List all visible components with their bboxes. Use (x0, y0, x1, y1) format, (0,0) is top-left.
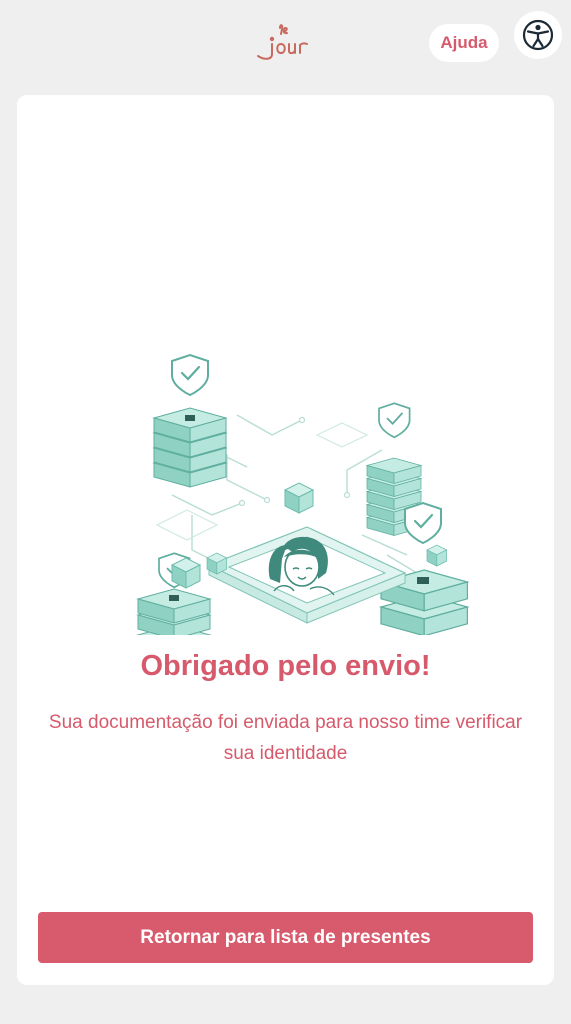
secure-identity-verification-illustration (117, 305, 487, 678)
confirmation-card: Obrigado pelo envio! Sua documentação fo… (17, 95, 554, 985)
top-bar: Ajuda (0, 0, 571, 90)
accessibility-button[interactable] (514, 11, 562, 59)
accessibility-icon (522, 19, 554, 51)
help-button[interactable]: Ajuda (429, 24, 499, 62)
confirmation-message: Sua documentação foi enviada para nosso … (48, 712, 523, 764)
return-to-gift-list-button[interactable]: Retornar para lista de presentes (38, 912, 533, 963)
le-jour-logo (250, 22, 320, 66)
confirmation-title: Obrigado pelo envio! (140, 650, 431, 682)
